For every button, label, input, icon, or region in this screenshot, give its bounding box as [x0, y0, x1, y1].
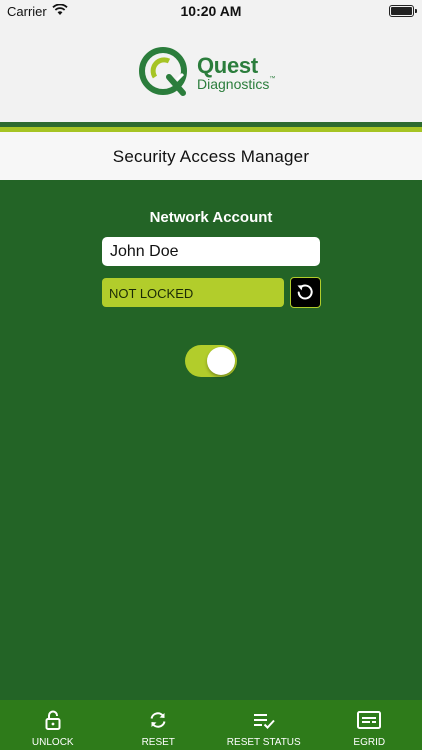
title-bar: Security Access Manager	[0, 132, 422, 180]
sync-icon	[150, 712, 166, 728]
toggle-knob	[207, 347, 235, 375]
brand-subname: Diagnostics™	[197, 76, 276, 92]
account-name-value: John Doe	[110, 243, 179, 260]
lock-icon	[45, 710, 61, 730]
app-header: Quest Diagnostics™	[0, 22, 422, 122]
list-check-icon	[253, 714, 275, 729]
tab-bar: UNLOCK RESET RESET STATUS EGRID	[0, 700, 422, 750]
lock-status-text: NOT LOCKED	[109, 286, 194, 301]
tab-reset[interactable]: RESET	[106, 700, 212, 750]
refresh-icon	[297, 284, 313, 300]
battery-icon	[389, 5, 417, 17]
unlock-toggle[interactable]	[185, 345, 237, 377]
lock-status-field: NOT LOCKED	[102, 278, 284, 307]
tab-unlock-label: UNLOCK	[31, 737, 74, 748]
account-name-field[interactable]: John Doe	[102, 237, 320, 266]
clock: 10:20 AM	[180, 3, 242, 19]
page-title: Security Access Manager	[112, 147, 310, 166]
tab-egrid-label: EGRID	[353, 737, 386, 748]
network-account-label: Network Account	[149, 209, 273, 226]
tab-reset-status-label: RESET STATUS	[226, 737, 301, 748]
status-bar: Carrier 10:20 AM	[0, 0, 422, 22]
tab-reset-label: RESET	[141, 737, 175, 748]
main-content: Network Account John Doe NOT LOCKED	[0, 180, 422, 700]
quest-logo-icon	[139, 47, 187, 96]
brand-logo: Quest Diagnostics™	[139, 47, 289, 99]
refresh-status-button[interactable]	[290, 277, 321, 308]
tab-egrid[interactable]: EGRID	[317, 700, 422, 750]
tab-unlock[interactable]: UNLOCK	[0, 700, 106, 750]
card-icon	[357, 711, 382, 729]
tab-reset-status[interactable]: RESET STATUS	[211, 700, 317, 750]
